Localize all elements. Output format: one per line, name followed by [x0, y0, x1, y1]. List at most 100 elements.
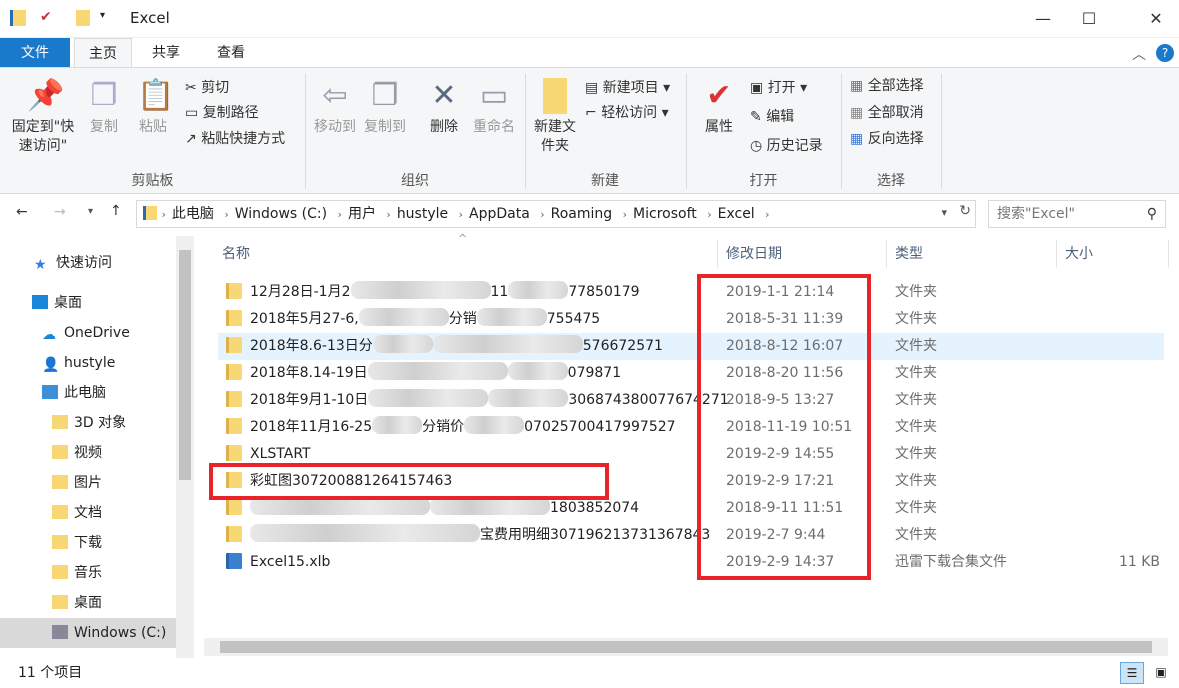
- select-none-button[interactable]: ▦ 全部取消: [850, 101, 924, 126]
- select-none-icon: ▦: [850, 105, 863, 121]
- tab-home[interactable]: 主页: [74, 38, 132, 68]
- sidebar-item-user[interactable]: 👤hustyle: [0, 348, 176, 378]
- status-bar: 11 个项目 ☰ ▣: [0, 658, 1179, 688]
- file-row[interactable]: 宝费用明细3071962137313678432019-2-7 9:44文件夹: [218, 522, 1164, 549]
- breadcrumb-item[interactable]: 用户: [342, 201, 382, 227]
- copy-button[interactable]: ❐复制: [84, 78, 124, 137]
- maximize-button[interactable]: ☐: [1066, 0, 1112, 38]
- cut-button[interactable]: ✂ 剪切: [185, 76, 229, 101]
- delete-button[interactable]: ✕删除: [422, 78, 466, 137]
- sidebar-item-videos[interactable]: 视频: [0, 438, 176, 468]
- file-name: 2018年8.6-13日分576672571: [250, 338, 663, 354]
- sidebar-item-desktop[interactable]: 桌面: [0, 288, 176, 318]
- properties-quick-icon[interactable]: ✔: [40, 9, 52, 25]
- file-name: 1803852074: [250, 500, 639, 516]
- name-part: 2018年11月16-25: [250, 419, 372, 435]
- divider: [941, 74, 942, 189]
- breadcrumb-item[interactable]: Microsoft: [627, 201, 703, 227]
- breadcrumb-item[interactable]: Excel: [712, 201, 761, 227]
- sidebar-scrollbar[interactable]: [176, 236, 194, 658]
- open-button[interactable]: ▣ 打开 ▾: [750, 76, 807, 101]
- pictures-folder-icon: [52, 475, 68, 489]
- redacted-region: [508, 281, 568, 299]
- select-all-button[interactable]: ▦ 全部选择: [850, 74, 924, 99]
- sidebar-item-this-pc[interactable]: 此电脑: [0, 378, 176, 408]
- pin-quick-access-button[interactable]: 📌固定到"快速访问": [8, 78, 78, 156]
- file-type: 文件夹: [895, 468, 937, 495]
- cloud-icon: ☁: [42, 320, 58, 334]
- sidebar-item-onedrive[interactable]: ☁OneDrive: [0, 318, 176, 348]
- back-arrow-icon[interactable]: ←: [16, 204, 28, 220]
- new-item-button[interactable]: ▤ 新建项目 ▾: [585, 76, 670, 101]
- search-input[interactable]: 搜索"Excel"⚲: [988, 200, 1166, 228]
- quick-access-dropdown-icon[interactable]: ▾: [100, 10, 105, 21]
- refresh-icon[interactable]: ↻: [959, 203, 971, 219]
- address-dropdown-icon[interactable]: ▾: [941, 206, 947, 219]
- column-header-date[interactable]: 修改日期: [718, 240, 887, 268]
- tab-share[interactable]: 共享: [138, 38, 194, 68]
- paste-shortcut-button[interactable]: ↗ 粘贴快捷方式: [185, 127, 285, 152]
- horizontal-scrollbar[interactable]: [204, 638, 1168, 656]
- name-part: 755475: [547, 311, 600, 327]
- sidebar-item-desktop-pc[interactable]: 桌面: [0, 588, 176, 618]
- properties-button[interactable]: ✔属性: [697, 78, 741, 137]
- address-bar-row: ← → ▾ ↑ ›此电脑 ›Windows (C:) ›用户 ›hustyle …: [0, 196, 1179, 236]
- file-row[interactable]: 2018年11月16-25分销价070257004179975272018-11…: [218, 414, 1164, 441]
- navigation-pane: ★快速访问 桌面 ☁OneDrive 👤hustyle 此电脑 3D 对象 视频…: [0, 236, 196, 658]
- history-button[interactable]: ◷ 历史记录: [750, 134, 823, 159]
- file-row[interactable]: 12月28日-1月211778501792019-1-1 21:14文件夹: [218, 279, 1164, 306]
- file-row[interactable]: Excel15.xlb2019-2-9 14:37迅雷下载合集文件11 KB: [218, 549, 1164, 576]
- recent-locations-icon[interactable]: ▾: [88, 206, 93, 217]
- sidebar-item-windows-c[interactable]: Windows (C:): [0, 618, 176, 648]
- edit-button[interactable]: ✎ 编辑: [750, 105, 794, 130]
- file-row[interactable]: 2018年8.14-19日0798712018-8-20 11:56文件夹: [218, 360, 1164, 387]
- details-view-icon[interactable]: ☰: [1120, 662, 1144, 684]
- scrollbar-thumb[interactable]: [220, 641, 1152, 653]
- sidebar-item-3d-objects[interactable]: 3D 对象: [0, 408, 176, 438]
- folder-icon: [226, 526, 242, 542]
- sidebar-item-quick-access[interactable]: ★快速访问: [0, 248, 176, 278]
- name-part: Excel15.xlb: [250, 554, 330, 570]
- scrollbar-thumb[interactable]: [179, 250, 191, 480]
- file-row[interactable]: 2018年5月27-6,分销7554752018-5-31 11:39文件夹: [218, 306, 1164, 333]
- documents-folder-icon: [52, 505, 68, 519]
- copy-to-button[interactable]: ❐复制到: [361, 78, 409, 137]
- forward-arrow-icon[interactable]: →: [54, 204, 66, 220]
- name-part: 分销: [449, 311, 477, 327]
- folder-app-icon: [10, 10, 26, 26]
- new-folder-quick-icon[interactable]: [76, 10, 90, 26]
- breadcrumb-item[interactable]: AppData: [463, 201, 536, 227]
- column-header-type[interactable]: 类型: [887, 240, 1057, 268]
- sidebar-item-documents[interactable]: 文档: [0, 498, 176, 528]
- minimize-button[interactable]: —: [1020, 0, 1066, 38]
- file-row[interactable]: 2018年8.6-13日分5766725712018-8-12 16:07文件夹: [218, 333, 1164, 360]
- close-button[interactable]: ✕: [1133, 0, 1179, 38]
- tab-view[interactable]: 查看: [203, 38, 259, 68]
- breadcrumb-item[interactable]: Windows (C:): [229, 201, 333, 227]
- file-row[interactable]: 2018年9月1-10日3068743800776742712018-9-5 1…: [218, 387, 1164, 414]
- up-arrow-icon[interactable]: ↑: [110, 203, 122, 219]
- name-part: 07025700417997527: [524, 419, 675, 435]
- breadcrumb-item[interactable]: 此电脑: [166, 201, 220, 227]
- rename-button[interactable]: ▭重命名: [470, 78, 518, 137]
- column-header-name[interactable]: 名称: [214, 240, 718, 268]
- address-input[interactable]: ›此电脑 ›Windows (C:) ›用户 ›hustyle ›AppData…: [136, 200, 976, 228]
- invert-selection-button[interactable]: ▦ 反向选择: [850, 127, 924, 152]
- move-to-button[interactable]: ⇦移动到: [311, 78, 359, 137]
- ribbon-tabs: 文件 主页 共享 查看 ︿ ?: [0, 38, 1179, 68]
- copy-path-button[interactable]: ▭ 复制路径: [185, 101, 259, 126]
- tab-file[interactable]: 文件: [0, 38, 70, 68]
- paste-button[interactable]: 📋粘贴: [133, 78, 173, 137]
- column-header-size[interactable]: 大小: [1057, 240, 1169, 268]
- help-icon[interactable]: ?: [1156, 44, 1174, 62]
- large-icons-view-icon[interactable]: ▣: [1150, 662, 1172, 684]
- new-folder-button[interactable]: 新建文件夹: [530, 78, 580, 156]
- sidebar-item-pictures[interactable]: 图片: [0, 468, 176, 498]
- collapse-ribbon-icon[interactable]: ︿: [1132, 44, 1146, 64]
- breadcrumb-item[interactable]: hustyle: [391, 201, 454, 227]
- name-part: 576672571: [583, 338, 663, 354]
- sidebar-item-downloads[interactable]: 下载: [0, 528, 176, 558]
- easy-access-button[interactable]: ⌐ 轻松访问 ▾: [585, 101, 669, 126]
- breadcrumb-item[interactable]: Roaming: [545, 201, 619, 227]
- sidebar-item-music[interactable]: 音乐: [0, 558, 176, 588]
